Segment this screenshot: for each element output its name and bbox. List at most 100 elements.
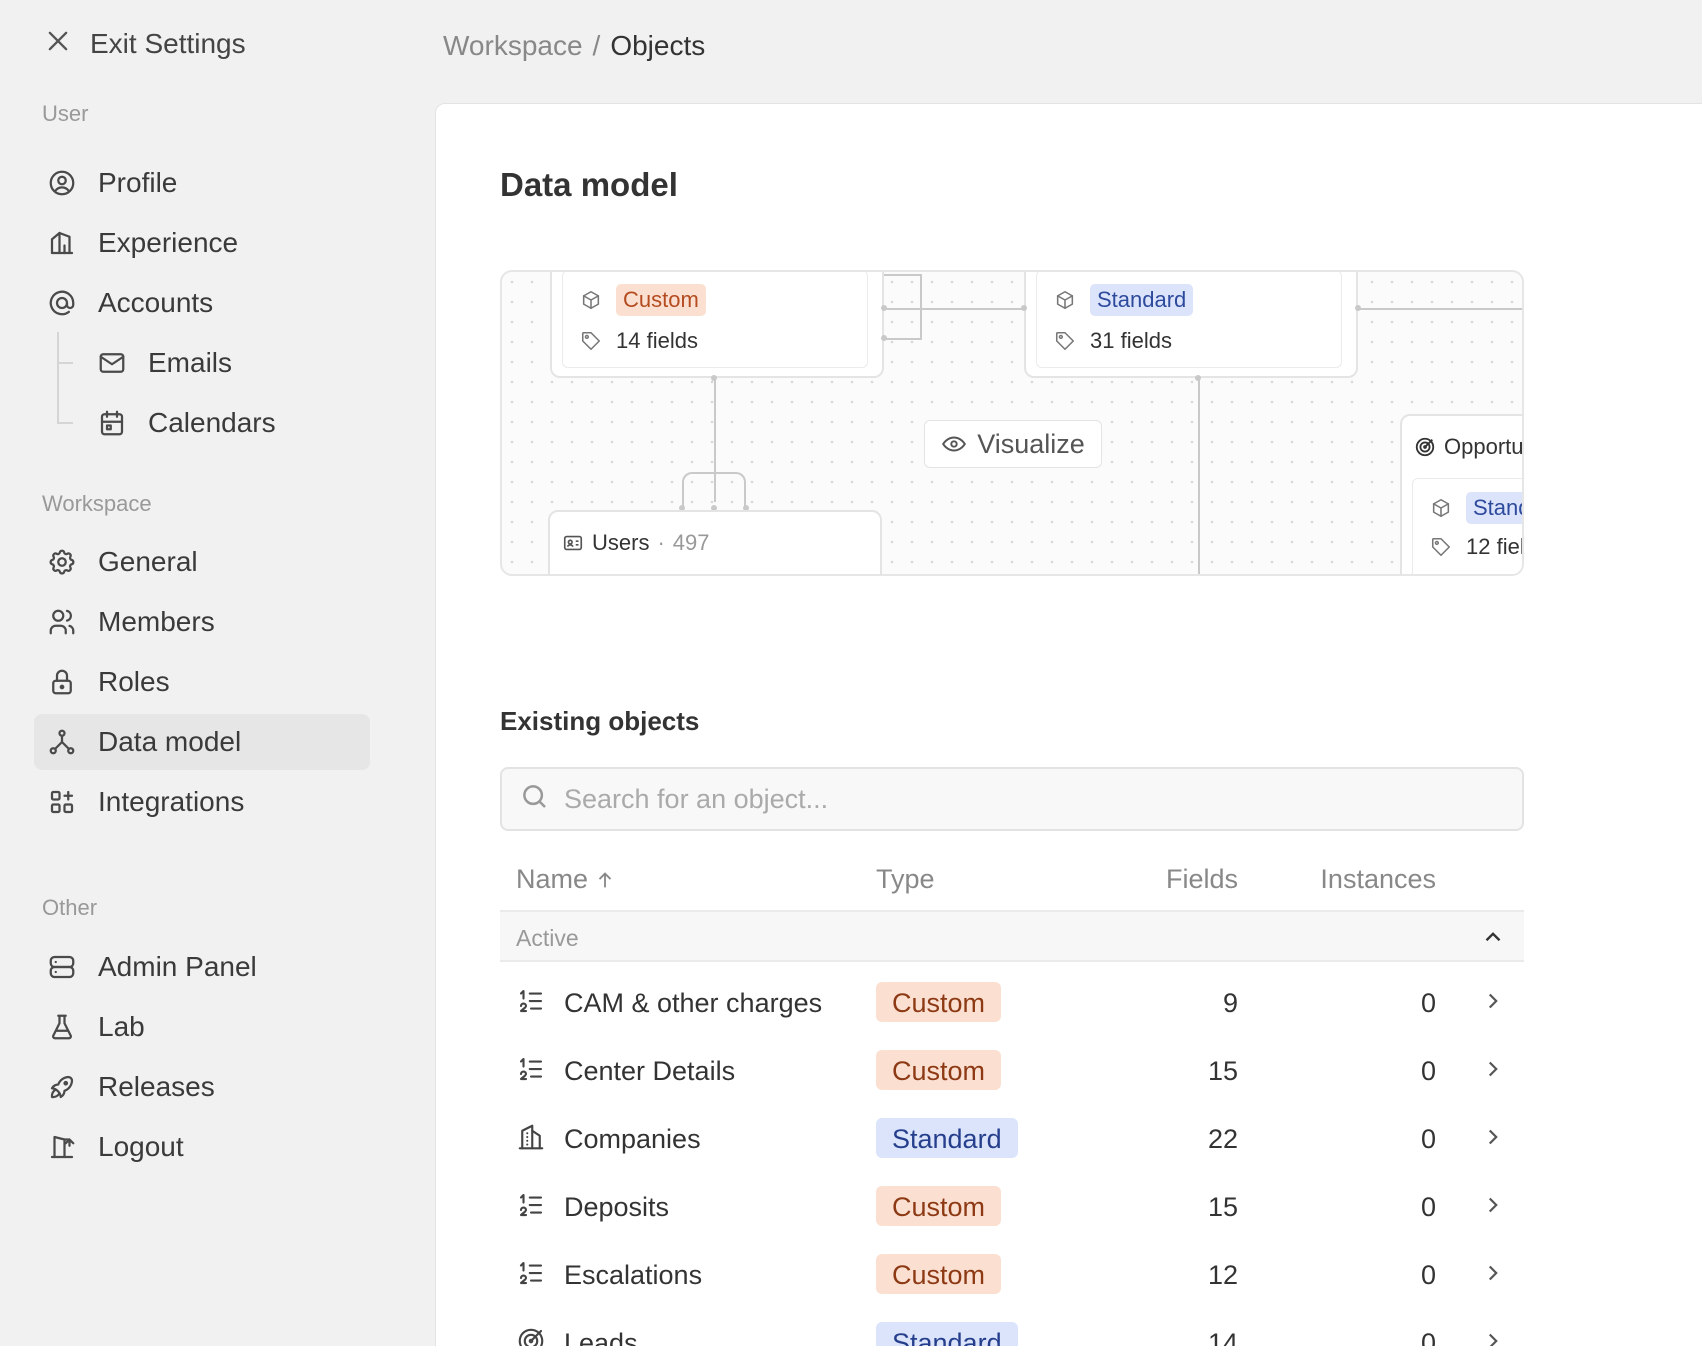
table-header: Name Type Fields Instances xyxy=(500,858,1524,912)
table-row[interactable]: Companies Standard 22 0 xyxy=(500,1104,1524,1172)
building-icon xyxy=(516,1122,546,1152)
sidebar-item-label: Accounts xyxy=(98,287,214,318)
table-row[interactable]: Center Details Custom 15 0 xyxy=(500,1036,1524,1104)
column-header-name[interactable]: Name xyxy=(516,864,616,895)
close-icon xyxy=(44,27,72,62)
users-icon xyxy=(44,604,80,640)
cube-icon xyxy=(1432,498,1450,518)
object-type-badge: Custom xyxy=(876,1254,1002,1294)
list-numbers-icon xyxy=(516,1054,546,1084)
diagram-edge xyxy=(920,274,922,338)
list-numbers-icon xyxy=(516,1190,546,1220)
diagram-node-users-name: Users xyxy=(592,530,650,555)
tree-branch xyxy=(57,422,73,424)
search-input[interactable] xyxy=(564,783,1464,815)
table-row[interactable]: CAM & other charges Custom 9 0 xyxy=(500,968,1524,1036)
cube-icon xyxy=(582,290,600,310)
flask-icon xyxy=(44,1009,80,1045)
diagram-node-opportunities[interactable]: Opportu Stand 12 fielc xyxy=(1400,414,1522,574)
diagram-node-standard[interactable]: Standard 31 fields xyxy=(1024,272,1358,378)
diagram-node-fields: 14 fields xyxy=(616,328,698,353)
sidebar-item-members[interactable]: Members xyxy=(34,594,370,650)
group-header-active[interactable]: Active xyxy=(500,912,1524,962)
data-model-diagram[interactable]: Custom 14 fields Standard 31 fields User… xyxy=(500,270,1524,576)
breadcrumb-workspace-link[interactable]: Workspace xyxy=(443,30,583,62)
object-fields-count: 15 xyxy=(1207,1056,1238,1086)
table-row[interactable]: Deposits Custom 15 0 xyxy=(500,1172,1524,1240)
breadcrumb: Workspace / Objects xyxy=(443,30,705,62)
at-icon xyxy=(44,285,80,321)
table-row[interactable]: Escalations Custom 12 0 xyxy=(500,1240,1524,1308)
settings-app: Exit Settings User Profile Experience Ac… xyxy=(0,0,1702,1346)
sidebar-item-label: Experience xyxy=(98,227,239,258)
diagram-edge xyxy=(884,308,1024,310)
object-fields-count: 15 xyxy=(1207,1192,1238,1222)
sidebar-item-label: Profile xyxy=(98,167,178,198)
object-type-badge: Custom xyxy=(876,1050,1002,1090)
object-instances-count: 0 xyxy=(1420,1328,1436,1346)
object-name: Center Details xyxy=(564,1056,736,1086)
sidebar-item-general[interactable]: General xyxy=(34,534,370,590)
object-fields-count: 22 xyxy=(1207,1124,1238,1154)
sidebar-item-data-model[interactable]: Data model xyxy=(34,714,370,770)
chevron-right-icon[interactable] xyxy=(1480,1328,1506,1346)
diagram-node-type-row: Standard xyxy=(1054,284,1194,316)
sidebar-item-profile[interactable]: Profile xyxy=(34,155,370,211)
object-name: Escalations xyxy=(564,1260,703,1290)
diagram-node-custom[interactable]: Custom 14 fields xyxy=(550,272,884,378)
sidebar-item-label: Roles xyxy=(98,666,170,697)
arrow-up-icon xyxy=(598,871,612,887)
sidebar-item-label: Data model xyxy=(98,726,242,757)
sidebar-item-admin-panel[interactable]: Admin Panel xyxy=(34,939,370,995)
gear-icon xyxy=(44,544,80,580)
diagram-handle xyxy=(881,335,887,341)
sidebar-item-lab[interactable]: Lab xyxy=(34,999,370,1055)
column-header-type[interactable]: Type xyxy=(876,864,935,895)
target-icon xyxy=(1415,437,1435,457)
chevron-up-icon[interactable] xyxy=(1480,924,1506,950)
sidebar-item-logout[interactable]: Logout xyxy=(34,1119,370,1175)
diagram-node-users[interactable]: Users · 497 xyxy=(548,510,882,574)
sidebar-item-roles[interactable]: Roles xyxy=(34,654,370,710)
exit-settings-button[interactable]: Exit Settings xyxy=(44,24,246,64)
sidebar-item-emails[interactable]: Emails xyxy=(84,335,370,391)
search-icon xyxy=(520,782,550,817)
object-instances-count: 0 xyxy=(1420,1260,1436,1290)
sidebar-item-label: Members xyxy=(98,606,215,637)
exit-settings-label: Exit Settings xyxy=(90,28,246,59)
chevron-right-icon[interactable] xyxy=(1480,1192,1506,1218)
id-card-icon xyxy=(563,535,583,551)
diagram-edge xyxy=(884,338,922,340)
chevron-right-icon[interactable] xyxy=(1480,1260,1506,1286)
sidebar-item-label: General xyxy=(98,546,198,577)
diagram-node-type-row: Custom xyxy=(580,284,706,316)
tree-branch xyxy=(57,362,73,364)
sidebar-item-accounts[interactable]: Accounts xyxy=(34,275,370,331)
diagram-node-users-separator: · xyxy=(657,530,665,555)
chevron-right-icon[interactable] xyxy=(1480,1124,1506,1150)
visualize-button[interactable]: Visualize xyxy=(924,420,1102,468)
column-header-instances[interactable]: Instances xyxy=(1320,864,1436,895)
sidebar-item-releases[interactable]: Releases xyxy=(34,1059,370,1115)
column-header-label: Name xyxy=(516,864,589,894)
settings-sidebar: Exit Settings User Profile Experience Ac… xyxy=(0,0,435,1346)
object-search-box[interactable] xyxy=(500,767,1524,831)
tag-icon xyxy=(1431,537,1451,557)
column-header-fields[interactable]: Fields xyxy=(1166,864,1238,895)
table-row[interactable]: Leads Standard 14 0 xyxy=(500,1308,1524,1346)
object-instances-count: 0 xyxy=(1420,1056,1436,1086)
table-body: CAM & other charges Custom 9 0 Center De… xyxy=(500,962,1524,1346)
object-name: Companies xyxy=(564,1124,701,1154)
sidebar-item-experience[interactable]: Experience xyxy=(34,215,370,271)
sidebar-item-calendars[interactable]: Calendars xyxy=(84,395,370,451)
sidebar-item-integrations[interactable]: Integrations xyxy=(34,774,370,830)
diagram-tag-custom: Custom xyxy=(616,284,706,316)
diagram-tag-standard: Stand xyxy=(1466,492,1522,524)
calendar-icon xyxy=(94,405,130,441)
chevron-right-icon[interactable] xyxy=(1480,988,1506,1014)
object-type-badge: Custom xyxy=(876,982,1002,1022)
chevron-right-icon[interactable] xyxy=(1480,1056,1506,1082)
visualize-label: Visualize xyxy=(977,428,1085,459)
object-type-badge: Standard xyxy=(876,1118,1018,1158)
apps-icon xyxy=(44,784,80,820)
